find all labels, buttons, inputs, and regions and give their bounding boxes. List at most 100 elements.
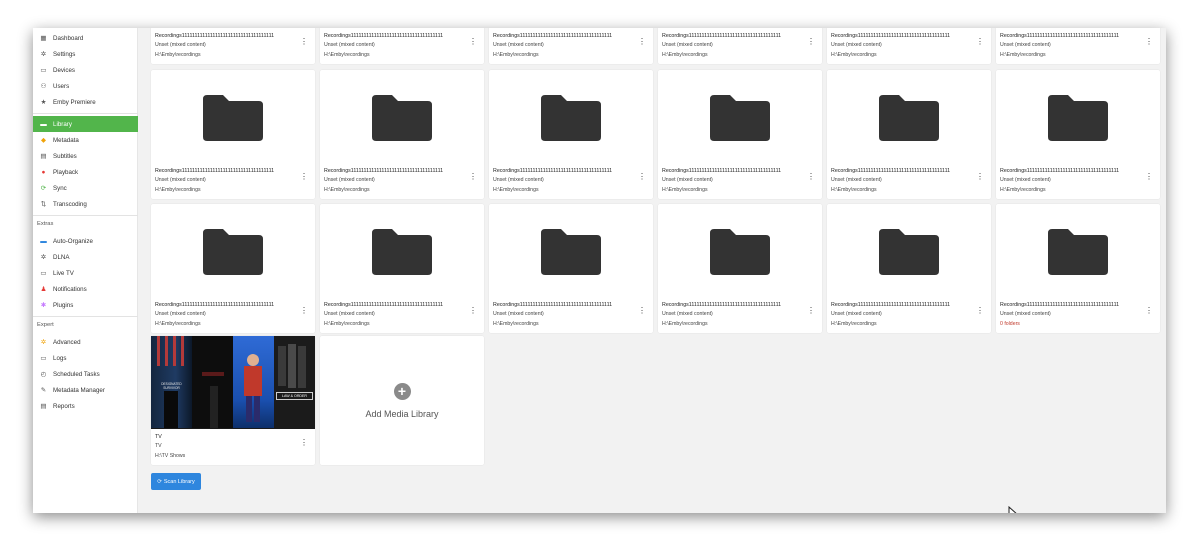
folder-icon	[710, 228, 770, 275]
library-card-recordings[interactable]: Recordings111111111111111111111111111111…	[320, 70, 484, 199]
library-card-recordings[interactable]: Recordings111111111111111111111111111111…	[151, 204, 315, 333]
card-thumbnail	[320, 204, 484, 297]
card-info: Recordings111111111111111111111111111111…	[324, 301, 466, 328]
library-card-recordings[interactable]: Recordings111111111111111111111111111111…	[658, 70, 822, 199]
sidebar-item-devices[interactable]: ▭ Devices	[33, 62, 138, 78]
library-card-recordings[interactable]: Recordings111111111111111111111111111111…	[827, 70, 991, 199]
sidebar-item-label: Transcoding	[53, 200, 87, 208]
more-options-icon[interactable]: ⋮	[976, 36, 984, 48]
card-info: Recordings111111111111111111111111111111…	[493, 167, 635, 194]
card-path: H:\Emby\recordings	[831, 52, 877, 58]
more-options-icon[interactable]: ⋮	[469, 305, 477, 317]
sidebar-item-subtitles[interactable]: ▤ Subtitles	[33, 148, 138, 164]
sidebar-item-logs[interactable]: ▭ Logs	[33, 350, 138, 366]
sidebar-item-metadata[interactable]: ◆ Metadata	[33, 132, 138, 148]
more-options-icon[interactable]: ⋮	[638, 305, 646, 317]
library-card-recordings[interactable]: Recordings111111111111111111111111111111…	[151, 70, 315, 199]
sidebar-item-transcoding[interactable]: ⇅ Transcoding	[33, 196, 138, 212]
card-path: H:\Emby\recordings	[493, 187, 539, 193]
library-card-recordings[interactable]: Recordings111111111111111111111111111111…	[489, 70, 653, 199]
library-card-recordings[interactable]: Recordings111111111111111111111111111111…	[996, 204, 1160, 333]
sidebar-item-emby-premiere[interactable]: ★ Emby Premiere	[33, 94, 138, 110]
playback-icon: ●	[41, 168, 46, 176]
sidebar-item-live-tv[interactable]: ▭ Live TV	[33, 265, 138, 281]
sidebar-item-scheduled-tasks[interactable]: ◴ Scheduled Tasks	[33, 366, 138, 382]
dashboard-icon: ▦	[40, 35, 47, 42]
mouse-cursor-icon	[1008, 506, 1017, 513]
more-options-icon[interactable]: ⋮	[976, 171, 984, 183]
card-thumbnail	[489, 204, 653, 297]
library-card-tv[interactable]: DESIGNATED SURVIVOR LAW & ORDER TV TV H:…	[151, 336, 315, 465]
more-options-icon[interactable]: ⋮	[1145, 305, 1153, 317]
library-card-recordings[interactable]: Recordings111111111111111111111111111111…	[827, 28, 991, 64]
sidebar-item-sync[interactable]: ⟳ Sync	[33, 180, 138, 196]
more-options-icon[interactable]: ⋮	[300, 171, 308, 183]
more-options-icon[interactable]: ⋮	[976, 305, 984, 317]
sidebar-item-advanced[interactable]: ✲ Advanced	[33, 334, 138, 350]
card-thumbnail	[827, 70, 991, 163]
more-options-icon[interactable]: ⋮	[300, 437, 308, 449]
card-info: Recordings111111111111111111111111111111…	[662, 167, 804, 194]
library-card-recordings[interactable]: Recordings111111111111111111111111111111…	[996, 28, 1160, 64]
sidebar-item-playback[interactable]: ● Playback	[33, 164, 138, 180]
sidebar-item-metadata-manager[interactable]: ✎ Metadata Manager	[33, 382, 138, 398]
sidebar-item-plugins[interactable]: ✱ Plugins	[33, 297, 138, 313]
sidebar-item-dashboard[interactable]: ▦ Dashboard	[33, 30, 138, 46]
sidebar-item-auto-organize[interactable]: ▬ Auto-Organize	[33, 233, 138, 249]
folder-icon	[1048, 94, 1108, 141]
sidebar-item-settings[interactable]: ✲ Settings	[33, 46, 138, 62]
more-options-icon[interactable]: ⋮	[469, 171, 477, 183]
library-main: Recordings111111111111111111111111111111…	[138, 28, 1166, 513]
card-content-type: Unset (mixed content)	[1000, 311, 1051, 317]
more-options-icon[interactable]: ⋮	[807, 36, 815, 48]
library-card-recordings[interactable]: Recordings111111111111111111111111111111…	[489, 204, 653, 333]
more-options-icon[interactable]: ⋮	[1145, 171, 1153, 183]
more-options-icon[interactable]: ⋮	[300, 305, 308, 317]
card-path: H:\Emby\recordings	[155, 187, 201, 193]
library-card-recordings[interactable]: Recordings111111111111111111111111111111…	[658, 28, 822, 64]
library-card-recordings[interactable]: Recordings111111111111111111111111111111…	[151, 28, 315, 64]
more-options-icon[interactable]: ⋮	[638, 171, 646, 183]
sidebar-item-notifications[interactable]: ♟ Notifications	[33, 281, 138, 297]
add-media-library-card[interactable]: + Add Media Library	[320, 336, 484, 465]
section-header-extras: Extras	[37, 221, 54, 227]
scan-library-button[interactable]: ⟳ Scan Library	[151, 473, 201, 490]
add-media-library-label: Add Media Library	[365, 408, 439, 419]
card-content-type: Unset (mixed content)	[1000, 42, 1051, 48]
more-options-icon[interactable]: ⋮	[807, 305, 815, 317]
more-options-icon[interactable]: ⋮	[1145, 36, 1153, 48]
sidebar-item-library[interactable]: ▬ Library	[33, 116, 138, 132]
library-card-recordings[interactable]: Recordings111111111111111111111111111111…	[996, 70, 1160, 199]
sidebar-item-label: Notifications	[53, 285, 87, 293]
more-options-icon[interactable]: ⋮	[638, 36, 646, 48]
library-card-recordings[interactable]: Recordings111111111111111111111111111111…	[827, 204, 991, 333]
sidebar-item-reports[interactable]: ▤ Reports	[33, 398, 138, 414]
poster-dark-drama	[192, 336, 233, 428]
sidebar-item-label: Auto-Organize	[53, 237, 93, 245]
card-title: Recordings111111111111111111111111111111…	[493, 302, 613, 308]
sidebar-item-label: Logs	[53, 354, 67, 362]
subtitles-icon: ▤	[40, 153, 47, 160]
more-options-icon[interactable]: ⋮	[807, 171, 815, 183]
sidebar-item-users[interactable]: ⚇ Users	[33, 78, 138, 94]
library-card-recordings[interactable]: Recordings111111111111111111111111111111…	[320, 204, 484, 333]
card-title: Recordings111111111111111111111111111111…	[662, 302, 782, 308]
library-card-recordings[interactable]: Recordings111111111111111111111111111111…	[320, 28, 484, 64]
card-thumbnail	[320, 70, 484, 163]
card-info: Recordings111111111111111111111111111111…	[1000, 32, 1142, 59]
card-thumbnail	[151, 70, 315, 163]
card-title: Recordings111111111111111111111111111111…	[831, 33, 951, 39]
card-title: Recordings111111111111111111111111111111…	[324, 33, 444, 39]
card-title: Recordings111111111111111111111111111111…	[155, 33, 275, 39]
card-path: H:\Emby\recordings	[155, 52, 201, 58]
library-card-recordings[interactable]: Recordings111111111111111111111111111111…	[658, 204, 822, 333]
card-info: Recordings111111111111111111111111111111…	[831, 301, 973, 328]
more-options-icon[interactable]: ⋮	[469, 36, 477, 48]
card-content-type: Unset (mixed content)	[831, 311, 882, 317]
card-title: Recordings111111111111111111111111111111…	[155, 302, 275, 308]
library-card-recordings[interactable]: Recordings111111111111111111111111111111…	[489, 28, 653, 64]
card-path: H:\Emby\recordings	[662, 321, 708, 327]
more-options-icon[interactable]: ⋮	[300, 36, 308, 48]
card-info: Recordings111111111111111111111111111111…	[1000, 167, 1142, 194]
sidebar-item-dlna[interactable]: ✲ DLNA	[33, 249, 138, 265]
